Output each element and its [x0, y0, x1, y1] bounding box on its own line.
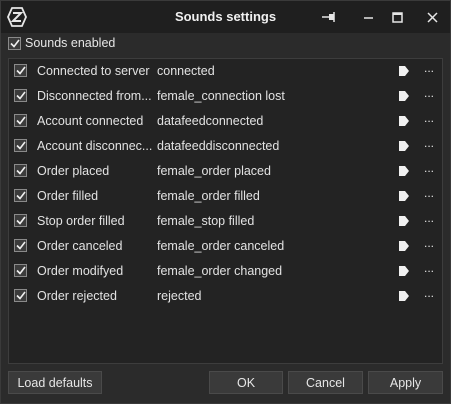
play-icon[interactable]: [398, 90, 410, 102]
checkmark-icon: [15, 166, 26, 175]
browse-sound-button[interactable]: ...: [424, 111, 434, 125]
event-enabled-checkbox[interactable]: [14, 214, 27, 227]
event-enabled-checkbox[interactable]: [14, 139, 27, 152]
event-sound-file: female_stop filled: [157, 214, 255, 228]
event-name: Order filled: [37, 189, 99, 203]
sounds-settings-window: Sounds settings Sounds enabled Connected…: [0, 0, 451, 404]
checkmark-icon: [15, 116, 26, 125]
event-enabled-checkbox[interactable]: [14, 239, 27, 252]
sounds-enabled-label: Sounds enabled: [25, 36, 116, 50]
event-name: Account disconnec...: [37, 139, 153, 153]
title-bar: Sounds settings: [1, 1, 450, 33]
checkmark-icon: [15, 291, 26, 300]
sounds-enabled-checkbox[interactable]: [8, 36, 21, 50]
event-name: Order placed: [37, 164, 110, 178]
sound-event-row[interactable]: Order placed female_order placed...: [9, 159, 442, 184]
event-enabled-checkbox[interactable]: [14, 289, 27, 302]
browse-sound-button[interactable]: ...: [424, 61, 434, 75]
event-sound-file: female_connection lost: [157, 89, 285, 103]
minimize-icon: [363, 16, 373, 19]
sound-event-row[interactable]: Stop order filled female_stop filled...: [9, 209, 442, 234]
play-icon[interactable]: [398, 190, 410, 202]
event-enabled-checkbox[interactable]: [14, 114, 27, 127]
browse-sound-button[interactable]: ...: [424, 186, 434, 200]
checkmark-icon: [15, 241, 26, 250]
checkmark-icon: [15, 266, 26, 275]
sound-event-row[interactable]: Order rejected rejected...: [9, 284, 442, 309]
play-icon[interactable]: [398, 115, 410, 127]
event-sound-file: female_order canceled: [157, 239, 285, 253]
play-icon[interactable]: [398, 265, 410, 277]
maximize-button[interactable]: [386, 6, 408, 28]
maximize-icon: [391, 11, 403, 23]
browse-sound-button[interactable]: ...: [424, 261, 434, 275]
checkmark-icon: [15, 191, 26, 200]
sound-event-row[interactable]: Order canceled female_order canceled...: [9, 234, 442, 259]
browse-sound-button[interactable]: ...: [424, 236, 434, 250]
play-icon[interactable]: [398, 165, 410, 177]
pin-icon: [322, 12, 335, 22]
event-sound-file: datafeedconnected: [157, 114, 264, 128]
event-sound-file: female_order filled: [157, 189, 260, 203]
event-name: Connected to server: [37, 64, 150, 78]
sound-event-row[interactable]: Account disconnec... datafeeddisconnected…: [9, 134, 442, 159]
sound-event-row[interactable]: Account connected datafeedconnected...: [9, 109, 442, 134]
event-enabled-checkbox[interactable]: [14, 89, 27, 102]
ok-button[interactable]: OK: [209, 371, 283, 394]
event-sound-file: connected: [157, 64, 215, 78]
event-sound-file: female_order placed: [157, 164, 271, 178]
checkmark-icon: [15, 91, 26, 100]
pin-button[interactable]: [318, 6, 340, 28]
event-name: Order rejected: [37, 289, 117, 303]
play-icon[interactable]: [398, 240, 410, 252]
sound-event-row[interactable]: Order modifyed female_order changed...: [9, 259, 442, 284]
event-sound-file: datafeeddisconnected: [157, 139, 280, 153]
event-name: Order modifyed: [37, 264, 124, 278]
browse-sound-button[interactable]: ...: [424, 211, 434, 225]
sound-event-row[interactable]: Disconnected from... female_connection lo…: [9, 84, 442, 109]
play-icon[interactable]: [398, 215, 410, 227]
cancel-button[interactable]: Cancel: [288, 371, 363, 394]
browse-sound-button[interactable]: ...: [424, 136, 434, 150]
event-enabled-checkbox[interactable]: [14, 189, 27, 202]
event-enabled-checkbox[interactable]: [14, 64, 27, 77]
event-name: Disconnected from...: [37, 89, 152, 103]
event-sound-file: rejected: [157, 289, 202, 303]
sounds-enabled-toggle[interactable]: Sounds enabled: [8, 35, 115, 51]
load-defaults-button[interactable]: Load defaults: [8, 371, 102, 394]
browse-sound-button[interactable]: ...: [424, 86, 434, 100]
close-button[interactable]: [421, 6, 443, 28]
browse-sound-button[interactable]: ...: [424, 161, 434, 175]
browse-sound-button[interactable]: ...: [424, 286, 434, 300]
play-icon[interactable]: [398, 140, 410, 152]
apply-button[interactable]: Apply: [368, 371, 443, 394]
event-name: Order canceled: [37, 239, 123, 253]
checkmark-icon: [15, 141, 26, 150]
sound-event-row[interactable]: Connected to server connected...: [9, 59, 442, 84]
play-icon[interactable]: [398, 290, 410, 302]
minimize-button[interactable]: [357, 6, 379, 28]
sound-event-row[interactable]: Order filled female_order filled...: [9, 184, 442, 209]
window-title: Sounds settings: [174, 9, 277, 24]
event-sound-file: female_order changed: [157, 264, 283, 278]
event-name: Account connected: [37, 114, 144, 128]
checkmark-icon: [15, 216, 26, 225]
event-enabled-checkbox[interactable]: [14, 164, 27, 177]
close-icon: [426, 11, 438, 23]
event-enabled-checkbox[interactable]: [14, 264, 27, 277]
checkmark-icon: [9, 39, 20, 48]
checkmark-icon: [15, 66, 26, 75]
sound-events-list: Connected to server connected... Disconnec…: [8, 58, 443, 364]
play-icon[interactable]: [398, 65, 410, 77]
event-name: Stop order filled: [37, 214, 125, 228]
